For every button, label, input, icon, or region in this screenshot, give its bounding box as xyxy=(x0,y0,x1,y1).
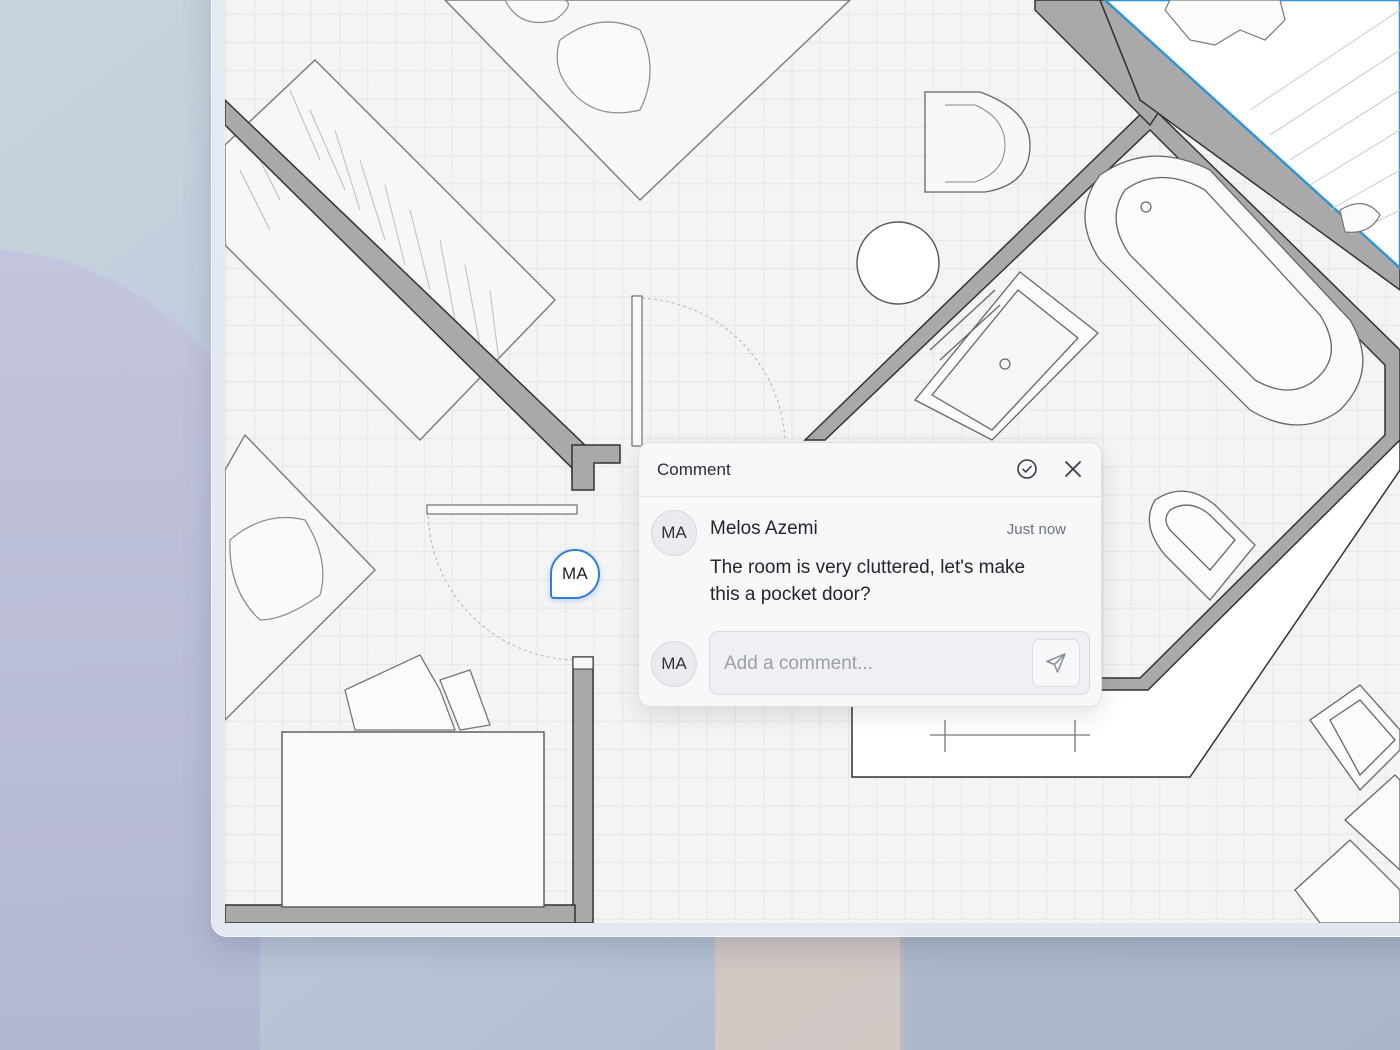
author-name: Melos Azemi xyxy=(710,518,818,539)
author-avatar: MA xyxy=(651,510,697,556)
close-popover-button[interactable] xyxy=(1060,456,1086,482)
reply-box xyxy=(709,631,1090,696)
send-button[interactable] xyxy=(1032,639,1080,687)
popover-header: Comment xyxy=(639,443,1101,497)
popover-title: Comment xyxy=(657,460,731,479)
current-user-avatar: MA xyxy=(651,641,697,687)
close-icon xyxy=(1065,461,1081,477)
comment-timestamp: Just now xyxy=(1006,521,1066,538)
comment-text: The room is very cluttered, let's make t… xyxy=(710,557,1026,605)
comment-pin[interactable]: MA xyxy=(550,549,600,599)
resolve-comment-button[interactable] xyxy=(1014,456,1040,482)
check-circle-icon xyxy=(1017,459,1037,479)
reply-input[interactable] xyxy=(722,632,1026,696)
comment-pin-initials: MA xyxy=(562,564,588,583)
comment-popover: Comment MA Melos Azemi Just now The room… xyxy=(638,442,1102,707)
send-icon xyxy=(1046,653,1066,673)
